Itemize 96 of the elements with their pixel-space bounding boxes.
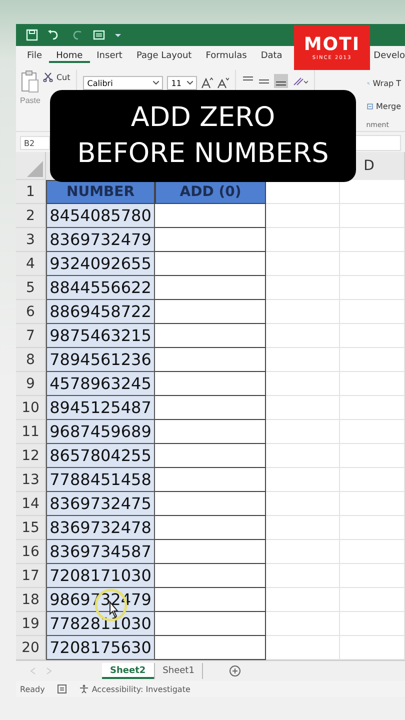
row-header[interactable]: 13 [16, 468, 46, 492]
row-header[interactable]: 10 [16, 396, 46, 420]
row-header[interactable]: 8 [16, 348, 46, 372]
corner-triangle-icon [27, 161, 43, 177]
table-cell: 8454085780 [46, 204, 155, 228]
row-header[interactable]: 19 [16, 612, 46, 636]
table-cell [340, 540, 405, 564]
row-header[interactable]: 3 [16, 228, 46, 252]
accessibility-status[interactable]: Accessibility: Investigate [78, 684, 190, 694]
table-cell: 7894561236 [46, 348, 155, 372]
row-header[interactable]: 6 [16, 300, 46, 324]
table-cell: 7782811030 [46, 612, 155, 636]
name-box[interactable]: B2 [20, 136, 50, 150]
ribbon-tab[interactable]: Formulas [198, 49, 254, 63]
table-cell [340, 348, 405, 372]
table-cell [340, 252, 405, 276]
table-cell: 8369734587 [46, 540, 155, 564]
row-header[interactable]: 17 [16, 564, 46, 588]
table-cell [340, 564, 405, 588]
table-cell: 7208171030 [46, 564, 155, 588]
ribbon-tab[interactable]: Page Layout [129, 49, 199, 63]
dropdown-icon[interactable] [114, 31, 122, 39]
table-cell: 8369732479 [46, 228, 155, 252]
logo-text: MOTI [304, 34, 360, 54]
row-header[interactable]: 1 [16, 180, 46, 204]
table-cell [340, 516, 405, 540]
ribbon-tab[interactable]: Develo [366, 49, 405, 63]
shrink-font-icon[interactable] [217, 77, 230, 89]
ribbon-tab[interactable]: Home [49, 49, 90, 63]
table-cell [340, 444, 405, 468]
ribbon-tab[interactable]: Data [254, 49, 290, 63]
table-cell [340, 228, 405, 252]
caption-text: ADD ZERO [130, 101, 276, 135]
row-header[interactable]: 12 [16, 444, 46, 468]
table-cell [340, 420, 405, 444]
sheet-tab[interactable]: Sheet1 [154, 663, 204, 679]
table-cell [340, 300, 405, 324]
row-header[interactable]: 16 [16, 540, 46, 564]
table-cell [340, 612, 405, 636]
accessibility-icon [78, 684, 89, 694]
row-header[interactable]: 11 [16, 420, 46, 444]
sheet-tab[interactable]: Sheet2 [102, 663, 155, 679]
table-cell: 8369732475 [46, 492, 155, 516]
merge-button[interactable]: Merge [376, 102, 401, 110]
merge-icon [367, 100, 374, 112]
table-cell: 9687459689 [46, 420, 155, 444]
table-cell [340, 276, 405, 300]
row-header[interactable]: 18 [16, 588, 46, 612]
row-header[interactable]: 5 [16, 276, 46, 300]
table-cell: 8844556622 [46, 276, 155, 300]
formula-field[interactable] [353, 135, 401, 151]
save-icon[interactable] [26, 29, 38, 41]
caret-icon [153, 81, 160, 85]
scissors-icon [43, 72, 54, 82]
macro-icon[interactable] [56, 684, 67, 694]
clipboard-icon [20, 70, 40, 94]
font-size-dropdown[interactable]: 11 [167, 76, 198, 90]
table-cell [340, 372, 405, 396]
row-header[interactable]: 4 [16, 252, 46, 276]
caption-text: BEFORE NUMBERS [77, 137, 329, 171]
table-cell [340, 396, 405, 420]
table-cell: 9875463215 [46, 324, 155, 348]
row-header[interactable]: 9 [16, 372, 46, 396]
column-header[interactable]: D [364, 158, 374, 174]
table-cell: 4578963245 [46, 372, 155, 396]
table-cell [340, 588, 405, 612]
wrap-text-button[interactable]: Wrap T [372, 78, 401, 88]
status-text: Ready [20, 684, 45, 694]
table-cell: 8657804255 [46, 444, 155, 468]
table-cell [340, 492, 405, 516]
table-cell: 7788451458 [46, 468, 155, 492]
table-cell [340, 468, 405, 492]
table-cell [340, 324, 405, 348]
table-header-cell: ADD (0) [155, 180, 266, 204]
ribbon-tab[interactable]: Insert [90, 49, 130, 63]
table-cell: 7208175630 [46, 636, 155, 660]
cut-button[interactable]: Cut [43, 70, 70, 84]
ribbon-tab[interactable]: File [20, 49, 50, 63]
table-cell: 8369732478 [46, 516, 155, 540]
form-icon[interactable] [93, 29, 105, 41]
table-header-cell: NUMBER [46, 180, 155, 204]
orientation-icon[interactable] [292, 76, 308, 86]
row-header[interactable]: 7 [16, 324, 46, 348]
grow-font-icon[interactable] [201, 77, 214, 89]
row-header[interactable]: 20 [16, 636, 46, 660]
row-header[interactable]: 14 [16, 492, 46, 516]
row-header[interactable]: 2 [16, 204, 46, 228]
caret-icon [187, 81, 194, 85]
align-bottom-icon[interactable] [274, 74, 288, 88]
add-sheet-icon[interactable] [229, 665, 242, 677]
table-cell: 8945125487 [46, 396, 155, 420]
table-cell: 8869458722 [46, 300, 155, 324]
table-cell [340, 204, 405, 228]
table-cell: 9324092655 [46, 252, 155, 276]
font-family-dropdown[interactable]: Calibri [83, 76, 164, 90]
row-header[interactable]: 15 [16, 516, 46, 540]
